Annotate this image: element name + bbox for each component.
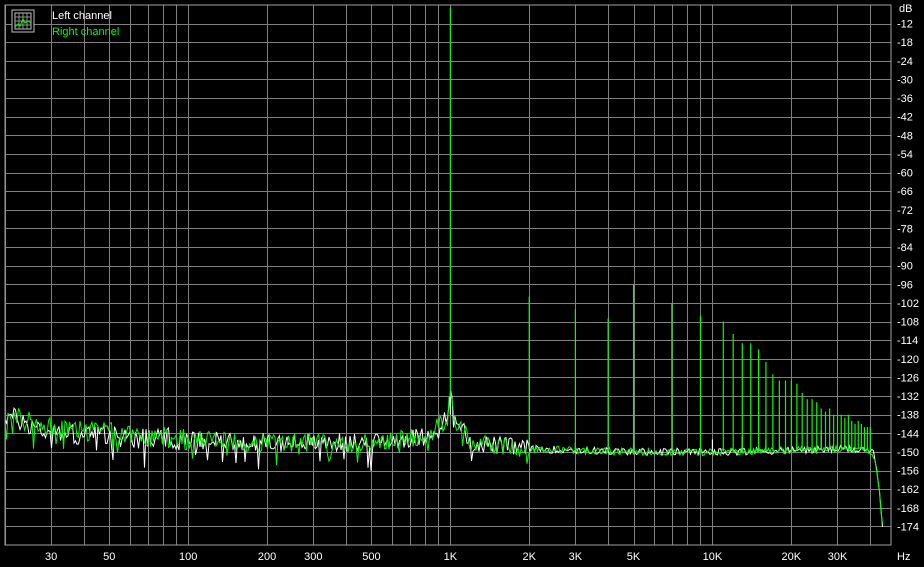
y-tick-label: -138 — [897, 410, 919, 422]
x-tick-label: 200 — [258, 551, 276, 563]
y-tick-label: -150 — [897, 447, 919, 459]
x-tick-label: 1K — [444, 551, 458, 563]
y-tick-label: -54 — [897, 149, 913, 161]
y-tick-label: -144 — [897, 428, 919, 440]
y-tick-label: -36 — [897, 93, 913, 105]
legend-left-channel: Left channel — [52, 10, 112, 22]
x-tick-label: 20K — [782, 551, 802, 563]
y-tick-label: -24 — [897, 56, 913, 68]
spectrum-chart: -12 -18 -24 -30 -36 -42 -48 -54 -60 -66 -72 -78 -84 -… — [0, 0, 924, 567]
y-tick-label: -78 — [897, 223, 913, 235]
y-tick-label: -96 — [897, 279, 913, 291]
y-unit-label: dB — [899, 3, 912, 15]
y-tick-label: -72 — [897, 205, 913, 217]
y-tick-label: -90 — [897, 261, 913, 273]
y-tick-label: -108 — [897, 317, 919, 329]
y-tick-label: -174 — [897, 521, 919, 533]
x-tick-label: 3K — [569, 551, 583, 563]
x-tick-label: 2K — [522, 551, 536, 563]
y-tick-label: -102 — [897, 298, 919, 310]
y-tick-label: -126 — [897, 372, 919, 384]
y-tick-label: -12 — [897, 19, 913, 31]
y-tick-label: -168 — [897, 503, 919, 515]
x-tick-label: 10K — [703, 551, 723, 563]
y-tick-label: -162 — [897, 484, 919, 496]
plot-background — [0, 0, 924, 567]
y-tick-label: -60 — [897, 168, 913, 180]
x-tick-label: 100 — [179, 551, 197, 563]
y-tick-label: -30 — [897, 74, 913, 86]
y-tick-label: -66 — [897, 186, 913, 198]
y-tick-label: -156 — [897, 466, 919, 478]
y-tick-label: -42 — [897, 112, 913, 124]
x-unit-label: Hz — [897, 551, 910, 563]
x-tick-label: 500 — [362, 551, 380, 563]
y-tick-label: -48 — [897, 130, 913, 142]
y-tick-label: -84 — [897, 242, 913, 254]
y-tick-label: -114 — [897, 335, 918, 347]
x-tick-label: 30 — [45, 551, 57, 563]
x-tick-label: 30K — [828, 551, 848, 563]
x-tick-label: 50 — [103, 551, 115, 563]
legend-right-channel: Right channel — [52, 26, 119, 38]
y-tick-label: -18 — [897, 37, 913, 49]
y-tick-label: -120 — [897, 354, 919, 366]
chart-settings-icon[interactable] — [11, 9, 35, 33]
x-tick-label: 5K — [627, 551, 641, 563]
y-tick-label: -132 — [897, 391, 919, 403]
x-tick-label: 300 — [304, 551, 322, 563]
